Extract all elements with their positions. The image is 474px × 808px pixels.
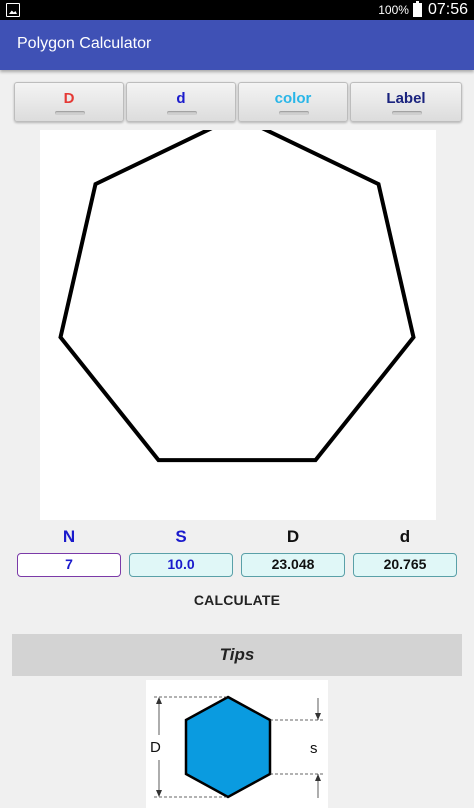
hexagon-shape [184, 695, 272, 799]
toggle-big-d-indicator [55, 111, 85, 115]
small-d-field[interactable]: 20.765 [353, 553, 457, 577]
param-header-big-d: D [286, 527, 300, 546]
s-field[interactable]: 10.0 [129, 553, 233, 577]
param-header-small-d: d [399, 527, 411, 546]
clock: 07:56 [427, 1, 468, 18]
polygon-svg [58, 113, 416, 463]
big-d-field[interactable]: 23.048 [241, 553, 345, 577]
d-arrow-top [156, 697, 162, 704]
calculate-button[interactable]: CALCULATE [187, 592, 287, 612]
app-title: Polygon Calculator [17, 35, 152, 52]
toggle-row: D d color Label [14, 82, 462, 122]
s-arrow-top [315, 713, 321, 720]
toggle-small-d-label: d [176, 90, 186, 107]
app-bar: Polygon Calculator [0, 20, 474, 70]
label-big-d: D [150, 739, 161, 756]
status-bar: 100% 07:56 [0, 0, 474, 20]
toggle-big-d-button[interactable]: D [14, 82, 124, 122]
s-arrow-bottom [315, 774, 321, 781]
polygon-shape [58, 113, 416, 463]
tips-diagram-svg: D s [150, 695, 324, 799]
polygon-canvas [40, 113, 436, 520]
tips-header: Tips [12, 634, 462, 676]
label-small-s: s [310, 740, 318, 757]
toggle-color-button[interactable]: color [238, 82, 348, 122]
d-arrow-bottom [156, 790, 162, 797]
toggle-label-label: Label [386, 90, 426, 107]
toggle-big-d-label: D [63, 90, 75, 107]
n-input[interactable]: 7 [17, 553, 121, 577]
battery-percent: 100% [378, 3, 409, 17]
gallery-notification-icon [6, 3, 20, 17]
param-header-s: S [175, 527, 187, 546]
toggle-small-d-button[interactable]: d [126, 82, 236, 122]
toggle-label-indicator [392, 111, 422, 115]
tips-diagram: D s [146, 680, 328, 808]
tips-title: Tips [219, 645, 255, 664]
status-right: 100% 07:56 [378, 0, 468, 20]
toggle-color-indicator [279, 111, 309, 115]
toggle-small-d-indicator [167, 111, 197, 115]
param-header-n: N [62, 527, 76, 546]
battery-icon [412, 1, 422, 17]
toggle-color-label: color [274, 90, 312, 107]
toggle-label-button[interactable]: Label [350, 82, 462, 122]
